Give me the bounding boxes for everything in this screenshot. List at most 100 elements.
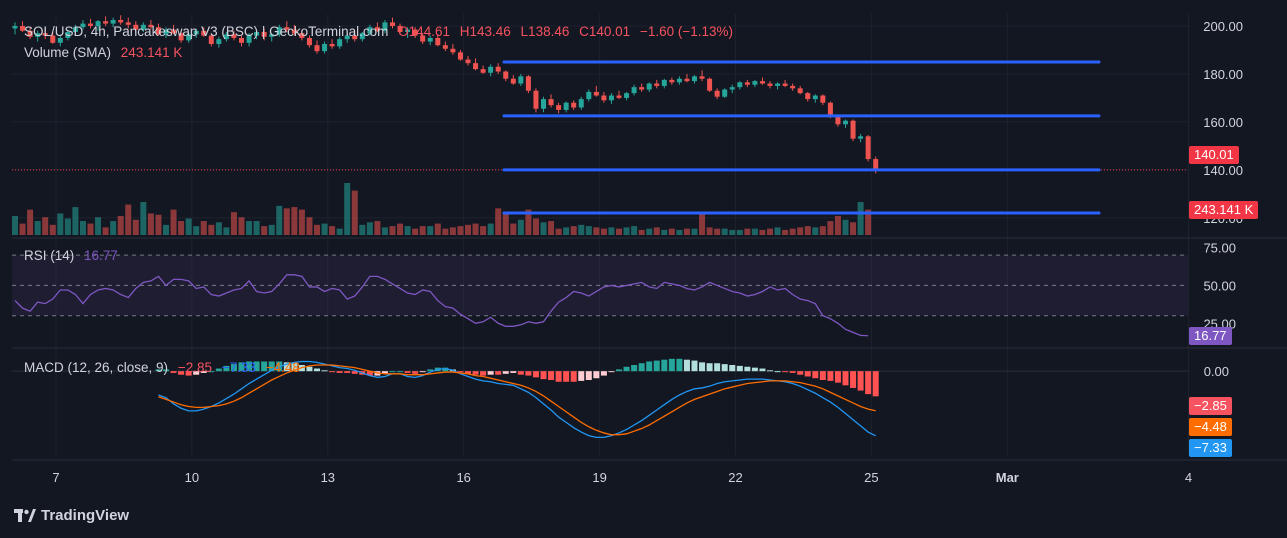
volume-bar bbox=[585, 226, 592, 235]
macd-label: MACD (12, 26, close, 9) bbox=[24, 360, 169, 375]
macd-histogram-bar bbox=[683, 359, 690, 372]
macd-histogram-bar bbox=[336, 371, 343, 373]
volume-bar bbox=[789, 228, 796, 235]
macd-histogram-bar bbox=[661, 359, 668, 372]
macd-histogram-bar bbox=[729, 365, 736, 372]
candle-body bbox=[314, 45, 320, 52]
volume-bar bbox=[238, 217, 245, 235]
macd-histogram-bar bbox=[789, 371, 796, 373]
volume-bar bbox=[510, 223, 517, 235]
macd-histogram-bar bbox=[404, 371, 411, 373]
price-badge: 140.01 bbox=[1189, 146, 1239, 164]
candle-body bbox=[525, 76, 531, 91]
time-tick-label: 4 bbox=[1185, 470, 1192, 485]
candle-body bbox=[812, 95, 818, 100]
volume-bar bbox=[147, 213, 154, 235]
volume-bar bbox=[631, 226, 638, 235]
volume-bar bbox=[782, 229, 789, 235]
volume-bar bbox=[540, 222, 547, 235]
candle-body bbox=[457, 52, 463, 60]
volume-bar bbox=[223, 227, 230, 235]
candle-body bbox=[775, 83, 781, 86]
macd-histogram-bar bbox=[480, 371, 487, 376]
volume-bar bbox=[321, 223, 328, 235]
volume-bar bbox=[812, 227, 819, 235]
candle-body bbox=[616, 95, 622, 98]
volume-bar bbox=[555, 228, 562, 235]
volume-bar bbox=[502, 213, 509, 235]
macd-histogram-bar bbox=[412, 371, 419, 374]
candle-body bbox=[473, 63, 479, 70]
volume-bar bbox=[653, 227, 660, 235]
volume-bar bbox=[64, 218, 71, 235]
candle-body bbox=[533, 90, 539, 109]
volume-bar bbox=[366, 222, 373, 235]
candle-body bbox=[216, 39, 222, 44]
volume-bar bbox=[34, 221, 41, 235]
volume-bar bbox=[155, 214, 162, 235]
candle-body bbox=[767, 83, 773, 86]
volume-legend: Volume (SMA) 243.141 K bbox=[24, 45, 182, 60]
candle-body bbox=[699, 76, 705, 79]
volume-bar bbox=[276, 205, 283, 235]
macd-histogram-bar bbox=[570, 371, 577, 382]
price-tick-label: 180.00 bbox=[1203, 67, 1243, 82]
volume-value: 243.141 K bbox=[120, 45, 183, 60]
macd-histogram-bar bbox=[623, 366, 630, 372]
volume-bar bbox=[215, 222, 222, 235]
candle-body bbox=[578, 99, 584, 108]
macd-signal-badge: −4.48 bbox=[1189, 418, 1232, 436]
candle-body bbox=[442, 45, 448, 49]
macd-histogram-bar bbox=[525, 371, 532, 376]
tradingview-logo-icon bbox=[14, 508, 36, 524]
macd-histogram-bar bbox=[872, 371, 879, 397]
volume-bar bbox=[412, 228, 419, 235]
candle-body bbox=[329, 43, 335, 47]
candle-body bbox=[850, 120, 856, 139]
volume-bar bbox=[329, 226, 336, 235]
macd-histogram-bar bbox=[329, 371, 336, 373]
macd-histogram-bar bbox=[397, 371, 404, 373]
volume-bar bbox=[608, 227, 615, 235]
macd-histogram-bar bbox=[767, 370, 773, 372]
time-tick-label: 10 bbox=[185, 470, 199, 485]
macd-histogram-bar bbox=[714, 363, 721, 372]
macd-histogram-bar bbox=[593, 371, 600, 379]
ohlc-high: H143.46 bbox=[459, 24, 511, 39]
volume-bar bbox=[736, 229, 743, 235]
ohlc-close: C140.01 bbox=[579, 24, 631, 39]
macd-histogram-bar bbox=[321, 370, 328, 372]
macd-histogram-bar bbox=[502, 371, 509, 374]
tradingview-logo[interactable]: TradingView bbox=[14, 507, 129, 524]
volume-bar bbox=[834, 215, 841, 235]
volume-bar bbox=[268, 224, 275, 235]
candle-body bbox=[858, 136, 864, 139]
rsi-label: RSI (14) bbox=[24, 248, 75, 263]
volume-bar bbox=[827, 221, 834, 235]
candle-body bbox=[692, 76, 697, 82]
candle-body bbox=[510, 78, 516, 84]
volume-bar bbox=[661, 229, 668, 235]
rsi-legend: RSI (14) 16.77 bbox=[24, 248, 118, 263]
macd-histogram-bar bbox=[759, 368, 766, 372]
candle-body bbox=[661, 79, 667, 86]
macd-histogram-bar bbox=[782, 371, 789, 373]
volume-bar bbox=[140, 202, 147, 235]
candle-body bbox=[435, 37, 441, 46]
volume-bar bbox=[117, 215, 124, 235]
rsi-tick-label: 50.00 bbox=[1203, 278, 1236, 293]
volume-bar bbox=[578, 224, 585, 235]
volume-bar bbox=[283, 208, 290, 235]
price-chart[interactable]: 200.00180.00160.00140.00120.0075.0050.00… bbox=[0, 0, 1287, 538]
volume-bar bbox=[517, 219, 524, 235]
volume-bar bbox=[457, 226, 464, 235]
volume-bar bbox=[200, 221, 207, 235]
macd-tick-label: 0.00 bbox=[1204, 364, 1229, 379]
candle-body bbox=[631, 87, 637, 94]
macd-histogram-bar bbox=[389, 371, 396, 373]
candle-body bbox=[752, 81, 758, 85]
volume-badge: 243.141 K bbox=[1189, 201, 1259, 219]
volume-bar bbox=[351, 190, 358, 235]
candle-body bbox=[820, 95, 826, 103]
volume-bar bbox=[714, 228, 721, 235]
